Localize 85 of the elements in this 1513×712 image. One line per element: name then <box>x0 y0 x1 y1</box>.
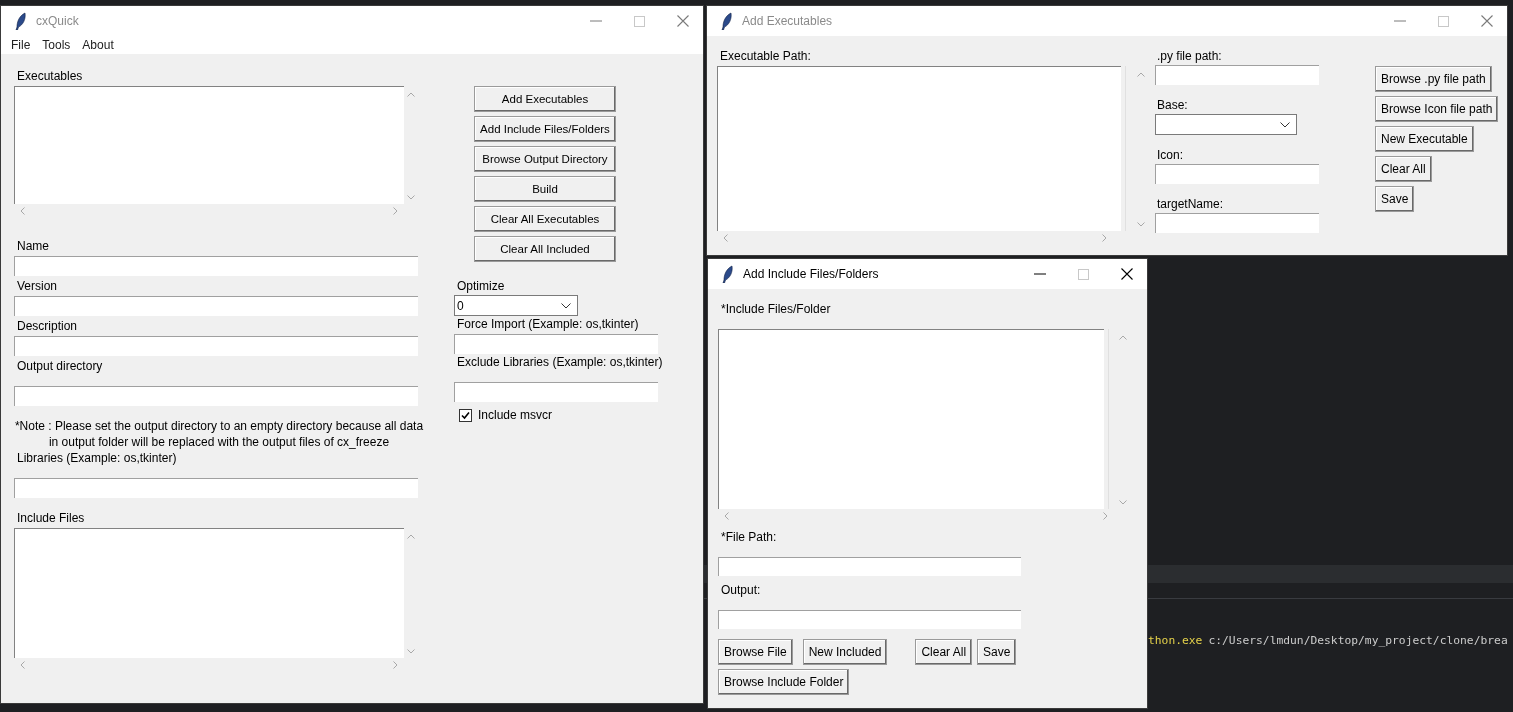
field-label: Description <box>16 318 79 334</box>
action-button[interactable]: Clear All <box>915 639 973 665</box>
scroll-left-icon[interactable] <box>20 207 25 215</box>
field-label: Version <box>16 278 59 294</box>
scroll-right-icon[interactable] <box>393 661 398 669</box>
action-button[interactable]: New Included <box>802 639 888 665</box>
scroll-down-icon[interactable] <box>1119 500 1128 505</box>
scroll-up-icon[interactable] <box>1136 72 1145 77</box>
scroll-up-icon[interactable] <box>1119 335 1128 340</box>
text-field[interactable] <box>1155 164 1319 184</box>
menu-item[interactable]: About <box>82 38 114 52</box>
feather-icon <box>721 12 733 30</box>
field-label: Output: <box>720 582 762 598</box>
list-label: Executables <box>16 68 84 84</box>
action-button[interactable]: Clear All Executables <box>474 206 616 232</box>
text-field[interactable] <box>1155 65 1319 85</box>
action-button[interactable]: Browse .py file path <box>1375 66 1492 92</box>
field-label: Name <box>16 238 50 254</box>
action-button[interactable]: Save <box>1375 186 1415 212</box>
field-label: Libraries (Example: os,tkinter) <box>16 450 178 466</box>
maximize-icon[interactable] <box>634 15 645 27</box>
list-label: Include Files <box>16 510 86 526</box>
field-label: Icon: <box>1156 147 1184 163</box>
field-label: .py file path: <box>1156 48 1223 64</box>
action-button[interactable]: Browse Include Folder <box>718 669 850 695</box>
list-label: Executable Path: <box>719 48 812 64</box>
action-button[interactable]: Add Include Files/Folders <box>474 116 616 142</box>
action-button[interactable]: Build <box>474 176 616 202</box>
feather-icon <box>15 12 27 30</box>
close-icon[interactable] <box>1121 268 1133 280</box>
list-label: *Include Files/Folder <box>720 301 832 317</box>
text-field[interactable] <box>14 256 418 276</box>
window-title: Add Executables <box>742 14 833 28</box>
note-text: *Note : Please set the output directory to an empty directory because all data <box>14 418 424 434</box>
text-field[interactable] <box>454 334 658 354</box>
action-button[interactable]: Add Executables <box>474 86 616 112</box>
chevron-down-icon <box>1280 121 1290 128</box>
menu-item[interactable]: Tools <box>42 38 71 52</box>
note-text: in output folder will be replaced with the output files of cx_freeze <box>48 434 390 450</box>
scroll-right-icon[interactable] <box>1102 234 1107 242</box>
scroll-left-icon[interactable] <box>724 512 729 520</box>
action-button[interactable]: Save <box>977 639 1017 665</box>
scroll-down-icon[interactable] <box>407 195 415 200</box>
optimize-dropdown[interactable]: 0 <box>454 295 578 316</box>
action-button[interactable]: New Executable <box>1375 126 1474 152</box>
scroll-up-icon[interactable] <box>407 534 415 539</box>
text-field[interactable] <box>14 336 418 356</box>
terminal-path: c:/Users/lmdun/Desktop/my_project/clone/brea <box>1208 633 1508 649</box>
checkbox-label: Include msvcr <box>478 407 553 423</box>
scroll-right-icon[interactable] <box>393 207 398 215</box>
text-field[interactable] <box>454 382 658 402</box>
maximize-icon[interactable] <box>1438 15 1449 27</box>
field-label: Output directory <box>16 358 104 374</box>
field-label: *File Path: <box>720 529 778 545</box>
base-dropdown[interactable] <box>1155 114 1297 135</box>
checkbox[interactable] <box>459 408 472 422</box>
feather-icon <box>722 265 734 283</box>
action-button[interactable]: Clear All Included <box>474 236 616 262</box>
text-field[interactable] <box>14 478 418 498</box>
field-label: Base: <box>1156 97 1189 113</box>
field-label: Exclude Libraries (Example: os,tkinter) <box>456 354 663 370</box>
text-field[interactable] <box>14 386 418 406</box>
scroll-down-icon[interactable] <box>1136 222 1145 227</box>
action-button[interactable]: Clear All <box>1375 156 1432 182</box>
maximize-icon[interactable] <box>1078 268 1089 280</box>
field-label: Optimize <box>456 278 506 294</box>
text-field[interactable] <box>718 557 1021 576</box>
field-label: Force Import (Example: os,tkinter) <box>456 316 640 332</box>
scroll-left-icon[interactable] <box>20 661 25 669</box>
action-button[interactable]: Browse Output Directory <box>474 146 616 172</box>
menu-item[interactable]: File <box>11 38 31 52</box>
text-field[interactable] <box>14 296 418 316</box>
scroll-left-icon[interactable] <box>723 234 728 242</box>
text-field[interactable] <box>1155 213 1319 233</box>
terminal-command: thon.exe <box>1148 633 1203 649</box>
scroll-right-icon[interactable] <box>1103 512 1108 520</box>
field-label: targetName: <box>1156 196 1225 212</box>
chevron-down-icon <box>561 302 571 309</box>
action-button[interactable]: Browse File <box>718 639 793 665</box>
text-field[interactable] <box>718 610 1021 629</box>
window-title: cxQuick <box>36 14 79 28</box>
scroll-up-icon[interactable] <box>407 92 415 97</box>
window-title: Add Include Files/Folders <box>743 267 879 281</box>
scroll-down-icon[interactable] <box>407 649 415 654</box>
action-button[interactable]: Browse Icon file path <box>1375 96 1499 122</box>
